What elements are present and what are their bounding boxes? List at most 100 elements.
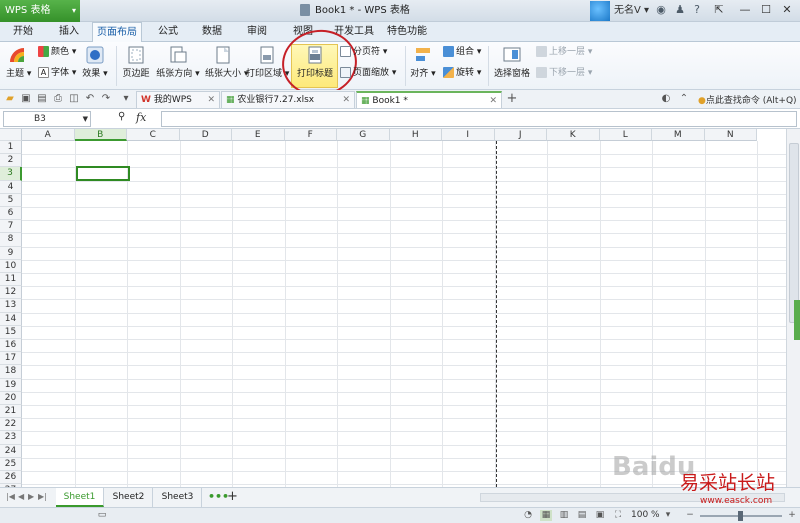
- column-header-d[interactable]: D: [179, 129, 232, 141]
- page-break-view-icon[interactable]: ▤: [576, 510, 588, 521]
- prev-sheet-icon[interactable]: ◀: [18, 492, 24, 501]
- row-header-22[interactable]: 22: [0, 418, 22, 432]
- column-header-k[interactable]: K: [547, 129, 600, 141]
- save-icon[interactable]: ▣: [20, 93, 32, 105]
- theme-button[interactable]: 主题 ▾: [6, 46, 31, 79]
- page-zoom-button[interactable]: 页面缩放 ▾: [340, 66, 396, 80]
- customize-dropdown-icon[interactable]: ▾: [120, 93, 132, 105]
- active-cell[interactable]: [76, 166, 130, 181]
- column-header-m[interactable]: M: [652, 129, 705, 141]
- redo-icon[interactable]: ↷: [100, 93, 112, 105]
- fx-icon[interactable]: fx: [136, 111, 146, 124]
- add-sheet-icon[interactable]: +: [227, 489, 238, 504]
- skin-switch-icon[interactable]: ◐: [660, 93, 672, 105]
- row-header-23[interactable]: 23: [0, 431, 22, 445]
- skin-icon[interactable]: ◉: [654, 3, 668, 17]
- column-header-b[interactable]: B: [74, 129, 127, 141]
- tab-insert[interactable]: 插入: [52, 22, 86, 42]
- doc-tab-book1[interactable]: ▦ Book1 * ✕: [356, 91, 502, 108]
- column-header-a[interactable]: A: [22, 129, 75, 141]
- row-header-12[interactable]: 12: [0, 286, 22, 300]
- margins-button[interactable]: 页边距: [120, 46, 152, 79]
- row-header-4[interactable]: 4: [0, 180, 22, 194]
- row-header-6[interactable]: 6: [0, 207, 22, 221]
- align-button[interactable]: 对齐 ▾: [408, 46, 438, 79]
- macro-icon[interactable]: ▭: [96, 510, 108, 521]
- column-header-l[interactable]: L: [599, 129, 652, 141]
- column-header-e[interactable]: E: [232, 129, 285, 141]
- zoom-dropdown-icon[interactable]: ▾: [662, 510, 674, 521]
- row-header-24[interactable]: 24: [0, 444, 22, 458]
- colors-button[interactable]: 颜色 ▾: [38, 45, 76, 59]
- help-icon[interactable]: ?: [690, 3, 704, 17]
- sheet-tab-2[interactable]: Sheet2: [105, 488, 153, 507]
- row-header-7[interactable]: 7: [0, 220, 22, 234]
- close-icon[interactable]: ✕: [489, 93, 497, 110]
- fullscreen-icon[interactable]: ⛶: [612, 510, 624, 521]
- orientation-button[interactable]: 纸张方向 ▾: [155, 46, 201, 79]
- zoom-search-icon[interactable]: ⚲: [118, 111, 125, 122]
- send-backward-button[interactable]: 下移一层 ▾: [536, 66, 592, 80]
- row-header-17[interactable]: 17: [0, 352, 22, 366]
- reading-view-icon[interactable]: ▣: [594, 510, 606, 521]
- last-sheet-icon[interactable]: ▶|: [38, 492, 47, 501]
- paper-size-button[interactable]: 纸张大小 ▾: [205, 46, 248, 79]
- open-folder-icon[interactable]: ▰: [4, 93, 16, 105]
- side-panel-handle[interactable]: [794, 300, 800, 340]
- close-icon[interactable]: ✕: [342, 92, 350, 109]
- chevron-down-icon[interactable]: ▼: [83, 112, 88, 126]
- column-header-i[interactable]: I: [442, 129, 495, 141]
- fonts-button[interactable]: A 字体 ▾: [38, 66, 76, 80]
- column-header-f[interactable]: F: [284, 129, 337, 141]
- rotate-button[interactable]: 旋转 ▾: [443, 66, 481, 80]
- row-header-9[interactable]: 9: [0, 246, 22, 260]
- doc-tab-my-wps[interactable]: W 我的WPS ✕: [136, 91, 220, 108]
- selection-pane-button[interactable]: 选择窗格: [493, 46, 531, 79]
- row-header-1[interactable]: 1: [0, 141, 22, 155]
- row-header-14[interactable]: 14: [0, 312, 22, 326]
- new-tab-icon[interactable]: +: [506, 92, 518, 105]
- row-header-8[interactable]: 8: [0, 233, 22, 247]
- column-header-j[interactable]: J: [494, 129, 547, 141]
- row-header-11[interactable]: 11: [0, 273, 22, 287]
- print-preview-icon[interactable]: ◫: [68, 93, 80, 105]
- page-layout-view-icon[interactable]: ▥: [558, 510, 570, 521]
- first-sheet-icon[interactable]: |◀: [6, 492, 15, 501]
- zoom-in-icon[interactable]: +: [786, 510, 798, 521]
- tab-page-layout[interactable]: 页面布局: [92, 22, 142, 43]
- user-account[interactable]: 无名V ▾: [590, 0, 649, 22]
- zoom-slider-knob[interactable]: [738, 511, 743, 521]
- name-box[interactable]: B3 ▼: [3, 111, 91, 127]
- column-header-n[interactable]: N: [704, 129, 757, 141]
- print-icon[interactable]: ⎙: [52, 93, 64, 105]
- sheet-tab-3[interactable]: Sheet3: [154, 488, 202, 507]
- close-icon[interactable]: ✕: [207, 92, 215, 109]
- row-header-10[interactable]: 10: [0, 259, 22, 273]
- column-header-c[interactable]: C: [127, 129, 180, 141]
- row-header-13[interactable]: 13: [0, 299, 22, 313]
- effects-button[interactable]: 效果 ▾: [82, 46, 108, 79]
- scroll-thumb[interactable]: [789, 143, 799, 323]
- row-header-20[interactable]: 20: [0, 391, 22, 405]
- export-pdf-icon[interactable]: ▤: [36, 93, 48, 105]
- collapse-icon[interactable]: ⌃: [678, 93, 690, 105]
- row-header-21[interactable]: 21: [0, 405, 22, 419]
- tab-home[interactable]: 开始: [8, 22, 38, 42]
- row-header-5[interactable]: 5: [0, 193, 22, 207]
- shirt-icon[interactable]: ♟: [673, 3, 687, 17]
- row-header-15[interactable]: 15: [0, 325, 22, 339]
- row-header-26[interactable]: 26: [0, 471, 22, 485]
- eye-protection-icon[interactable]: ◔: [522, 510, 534, 521]
- row-header-2[interactable]: 2: [0, 154, 22, 168]
- bring-forward-button[interactable]: 上移一层 ▾: [536, 45, 592, 59]
- row-header-3[interactable]: 3: [0, 167, 22, 181]
- minimize-button[interactable]: —: [736, 2, 754, 18]
- page-break-button[interactable]: 分页符 ▾: [340, 45, 387, 59]
- group-button[interactable]: 组合 ▾: [443, 45, 481, 59]
- sheet-tab-1[interactable]: Sheet1: [56, 488, 104, 507]
- row-header-18[interactable]: 18: [0, 365, 22, 379]
- formula-input[interactable]: [161, 111, 797, 127]
- spreadsheet-grid[interactable]: ABCDEFGHIJKLMN 1 2 3 4 5 6 7 8 9 10 11 12 13 14 15 16 17…: [0, 129, 786, 487]
- doc-tab-abc-bank[interactable]: ▦ 农业银行7.27.xlsx ✕: [221, 91, 355, 108]
- undo-icon[interactable]: ↶: [84, 93, 96, 105]
